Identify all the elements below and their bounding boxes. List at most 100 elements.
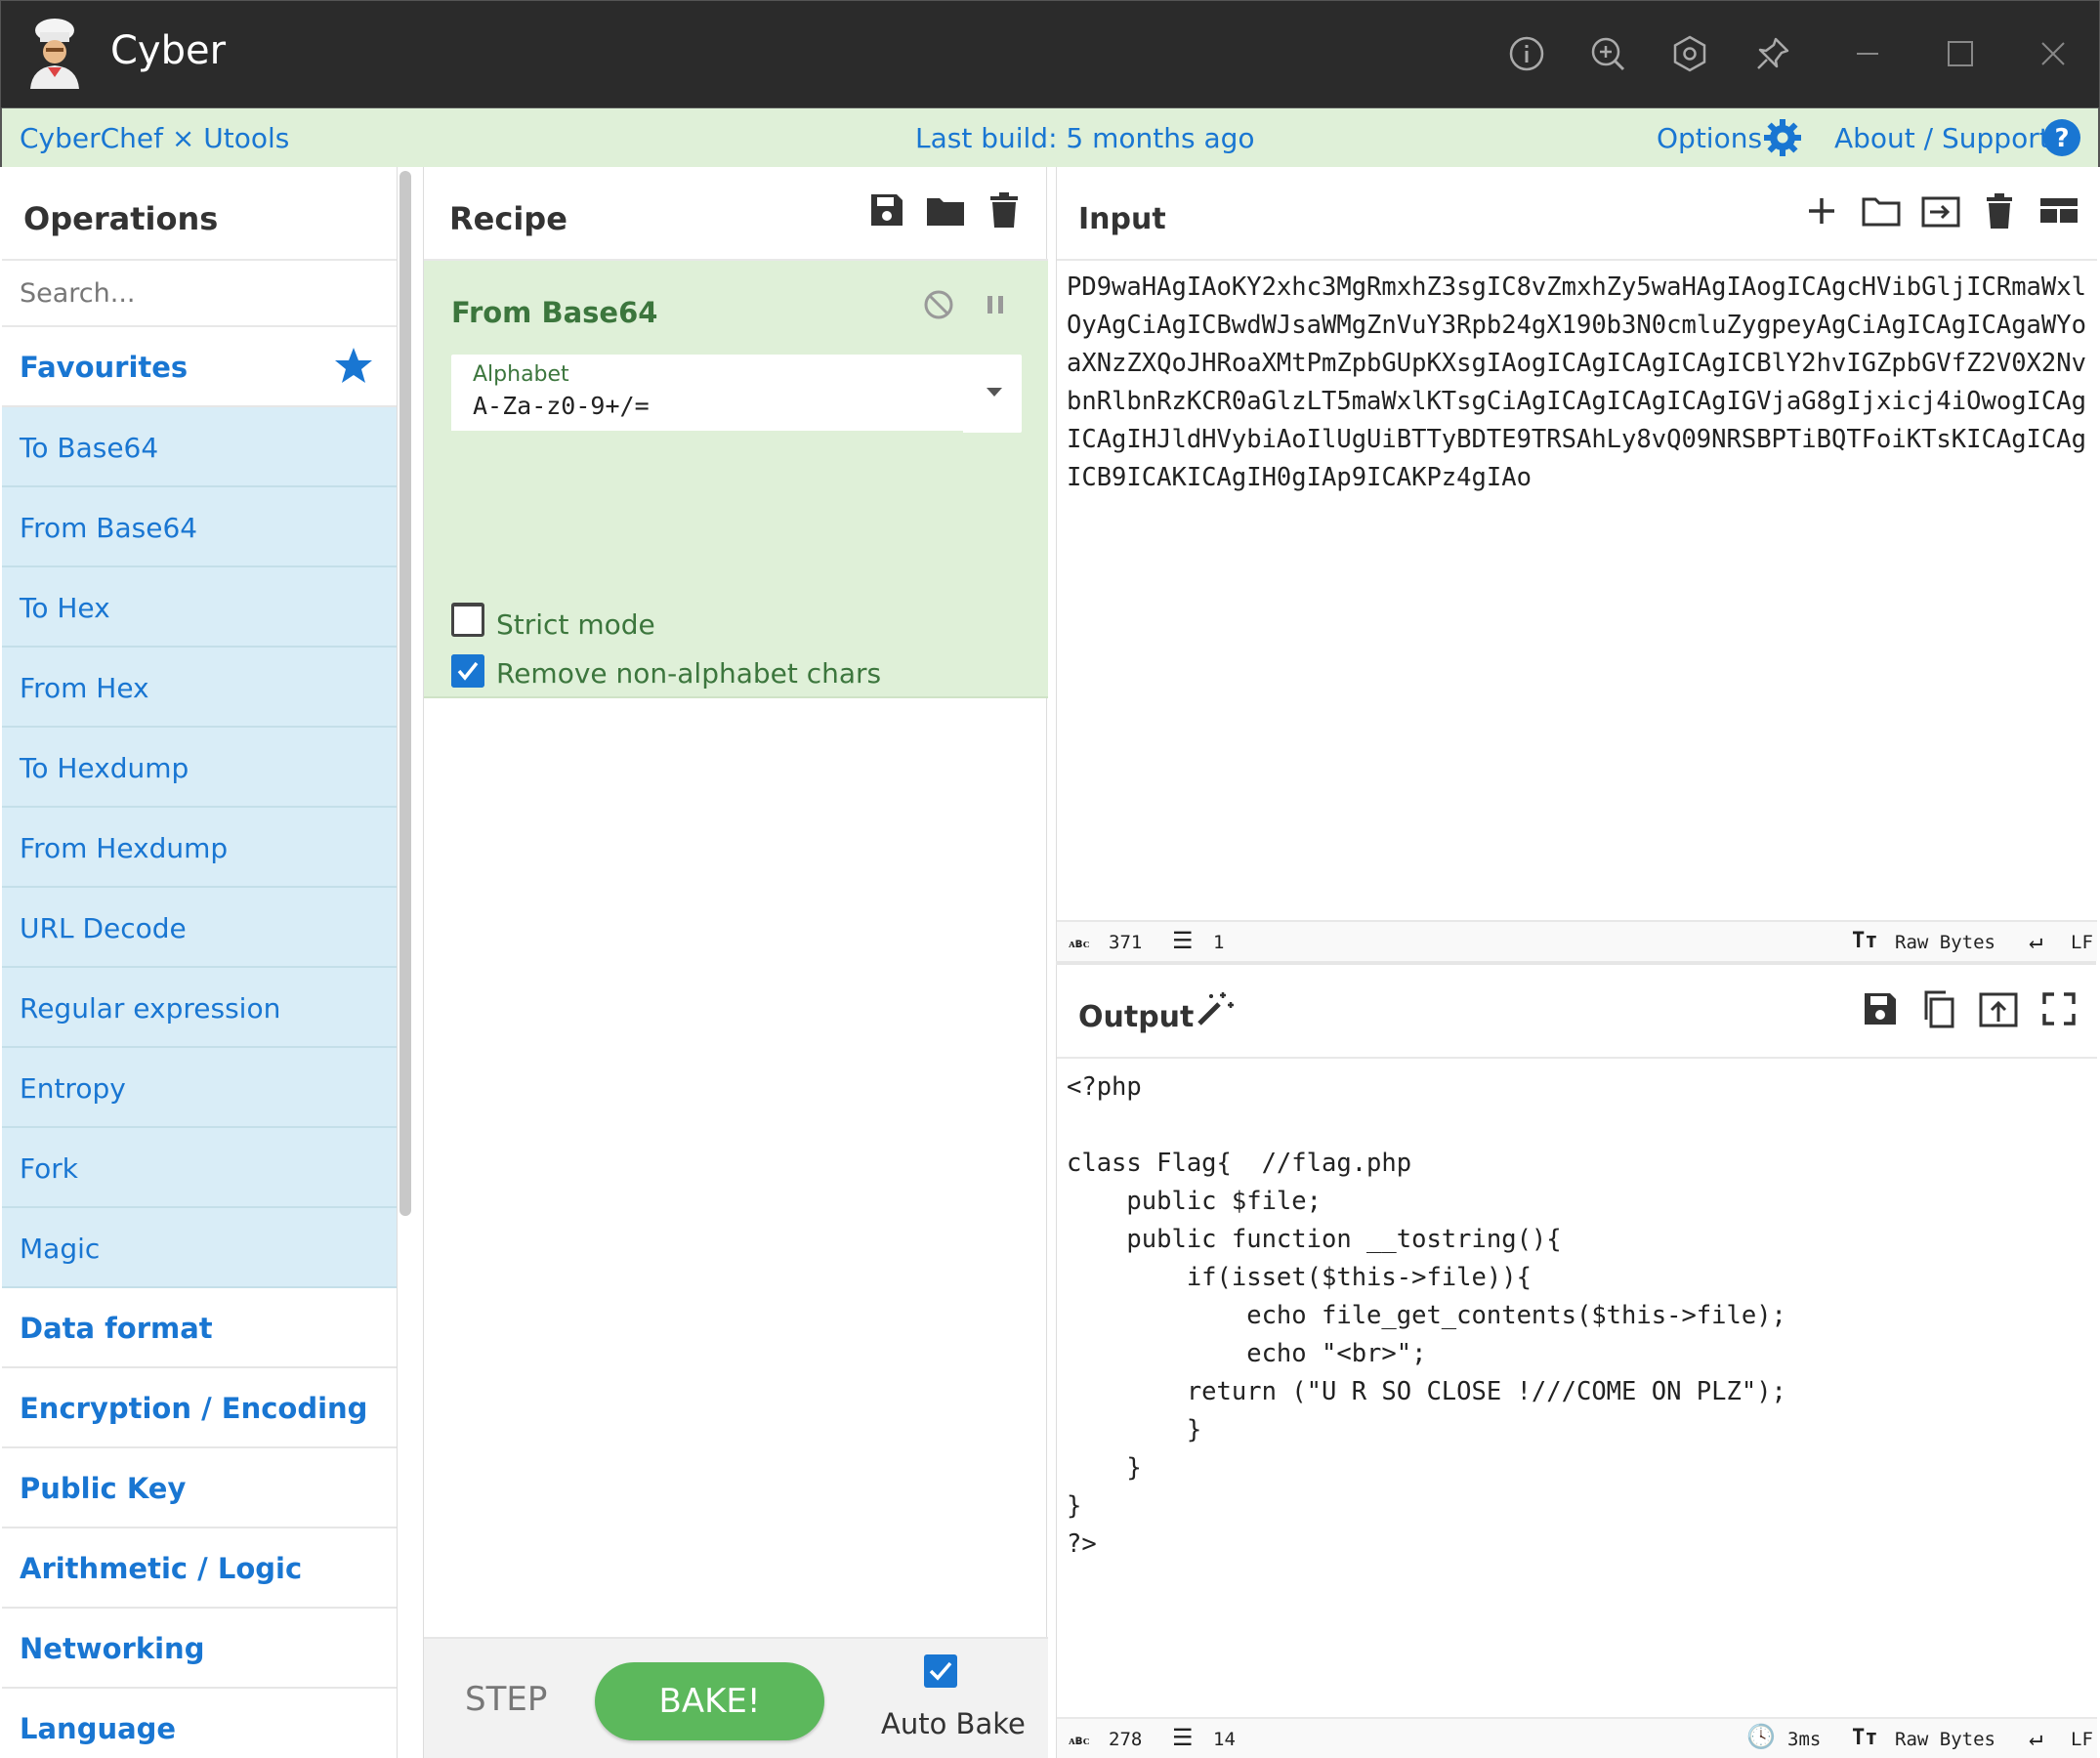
operation-item[interactable]: Entropy (2, 1048, 397, 1128)
line-count-icon: ☰ (1172, 1724, 1194, 1751)
output-encoding[interactable]: Raw Bytes (1895, 1729, 1995, 1750)
pin-icon[interactable] (1750, 31, 1795, 76)
category-arithmetic-logic[interactable]: Arithmetic / Logic (2, 1528, 397, 1609)
bake-time: 3ms (1787, 1729, 1822, 1750)
operation-label: From Base64 (20, 512, 198, 544)
copy-icon[interactable] (1918, 988, 1959, 1029)
checkbox-checked-icon[interactable] (451, 654, 484, 688)
app-name-link[interactable]: CyberChef × Utools (20, 122, 289, 154)
auto-bake-label[interactable]: Auto Bake (881, 1707, 1026, 1740)
text-encoding-icon[interactable]: Tт (1852, 1726, 1878, 1750)
info-icon[interactable] (1504, 31, 1549, 76)
operations-header: Operations (2, 167, 397, 261)
operation-label: Magic (20, 1233, 101, 1265)
operations-title: Operations (23, 200, 219, 237)
input-line-count: 1 (1213, 932, 1225, 953)
input-char-count: 371 (1109, 932, 1143, 953)
folder-icon[interactable] (924, 188, 967, 231)
disable-icon[interactable] (920, 286, 957, 323)
output-line-count: 14 (1213, 1729, 1236, 1750)
eol-icon[interactable]: ↵ (2029, 927, 2042, 954)
open-folder-icon[interactable] (1861, 190, 1902, 231)
gear-icon[interactable] (1762, 117, 1803, 158)
operation-item[interactable]: To Base64 (2, 407, 397, 487)
pause-icon[interactable] (977, 286, 1014, 323)
operation-item[interactable]: To Hexdump (2, 728, 397, 808)
operation-label: URL Decode (20, 912, 187, 944)
zoom-in-icon[interactable] (1585, 31, 1630, 76)
minimize-icon[interactable] (1845, 31, 1890, 76)
operation-item[interactable]: Magic (2, 1208, 397, 1288)
category-data-format[interactable]: Data format (2, 1288, 397, 1368)
input-status-bar: ᴀʙᴄ 371 ☰ 1 Tт Raw Bytes ↵ LF (1057, 920, 2097, 961)
recipe-header: Recipe (424, 167, 1048, 261)
svg-text:?: ? (2054, 124, 2069, 153)
operation-item[interactable]: Fork (2, 1128, 397, 1208)
output-status-bar: ᴀʙᴄ 278 ☰ 14 🕓 3ms Tт Raw Bytes ↵ LF (1057, 1717, 2097, 1758)
step-button[interactable]: STEP (465, 1680, 547, 1719)
help-icon[interactable]: ? (2041, 117, 2082, 158)
eol-icon[interactable]: ↵ (2029, 1724, 2042, 1751)
operation-label: From Hex (20, 672, 149, 704)
reset-layout-icon[interactable] (2038, 190, 2079, 231)
char-count-icon: ᴀʙᴄ (1069, 1734, 1090, 1748)
bake-button[interactable]: BAKE! (595, 1662, 824, 1740)
input-textarea[interactable]: PD9waHAgIAoKY2xhc3MgRmxhZ3sgIC8vZmxhZy5w… (1067, 269, 2087, 497)
star-icon[interactable] (333, 345, 374, 386)
open-file-icon[interactable] (1920, 190, 1961, 231)
about-support-link[interactable]: About / Support (1834, 122, 2050, 154)
field-underline (451, 431, 963, 433)
operation-item[interactable]: Regular expression (2, 968, 397, 1048)
category-label: Networking (20, 1632, 205, 1665)
chevron-down-icon[interactable] (987, 388, 1002, 397)
char-count-icon: ᴀʙᴄ (1069, 937, 1090, 951)
strict-mode-label[interactable]: Strict mode (496, 608, 655, 641)
save-icon[interactable] (865, 188, 908, 231)
output-textarea[interactable]: <?php class Flag{ //flag.php public $fil… (1067, 1068, 2087, 1564)
input-header: Input (1057, 167, 2097, 261)
output-eol[interactable]: LF (2071, 1729, 2093, 1750)
output-char-count: 278 (1109, 1729, 1143, 1750)
category-favourites[interactable]: Favourites (2, 327, 397, 407)
window-titlebar: Cyber (0, 0, 2100, 108)
clear-input-trash-icon[interactable] (1979, 190, 2020, 231)
operations-search[interactable] (2, 261, 397, 327)
auto-bake-checkbox[interactable] (924, 1654, 957, 1688)
category-encryption-encoding[interactable]: Encryption / Encoding (2, 1368, 397, 1448)
alphabet-value[interactable]: A-Za-z0-9+/= (473, 392, 650, 420)
save-output-icon[interactable] (1860, 988, 1901, 1029)
search-input[interactable] (2, 261, 397, 325)
options-link[interactable]: Options (1657, 122, 1762, 154)
clock-icon: 🕓 (1746, 1723, 1776, 1750)
close-icon[interactable] (2031, 31, 2076, 76)
operation-item[interactable]: From Base64 (2, 487, 397, 567)
add-tab-icon[interactable] (1801, 190, 1842, 231)
magic-wand-icon[interactable] (1194, 988, 1235, 1029)
remove-non-alphabet-label[interactable]: Remove non-alphabet chars (496, 657, 881, 690)
chef-logo-icon (22, 17, 87, 89)
operation-label: From Hexdump (20, 832, 229, 864)
operation-item[interactable]: From Hex (2, 648, 397, 728)
operation-item[interactable]: URL Decode (2, 888, 397, 968)
operations-scrollbar[interactable] (399, 171, 411, 1216)
replace-input-icon[interactable] (1978, 988, 2019, 1029)
recipe-panel: Recipe From Base64 Alphabet A-Za-z0-9+/= (423, 167, 1048, 1758)
category-public-key[interactable]: Public Key (2, 1448, 397, 1528)
fullscreen-icon[interactable] (2038, 988, 2079, 1029)
operations-panel: Operations Favourites To Base64 From Bas… (2, 167, 398, 1758)
operation-item[interactable]: From Hexdump (2, 808, 397, 888)
text-encoding-icon[interactable]: Tт (1852, 929, 1878, 953)
trash-icon[interactable] (983, 188, 1026, 231)
operation-item[interactable]: To Hex (2, 567, 397, 648)
strict-mode-checkbox[interactable] (451, 604, 484, 637)
input-eol[interactable]: LF (2071, 932, 2093, 953)
input-encoding[interactable]: Raw Bytes (1895, 932, 1995, 953)
category-language[interactable]: Language (2, 1689, 397, 1758)
plugin-settings-icon[interactable] (1667, 31, 1712, 76)
category-label: Public Key (20, 1472, 187, 1505)
category-networking[interactable]: Networking (2, 1609, 397, 1689)
operation-label: Regular expression (20, 992, 281, 1025)
maximize-icon[interactable] (1938, 31, 1983, 76)
category-label: Language (20, 1712, 177, 1745)
alphabet-dropdown[interactable]: Alphabet A-Za-z0-9+/= (451, 355, 1022, 433)
